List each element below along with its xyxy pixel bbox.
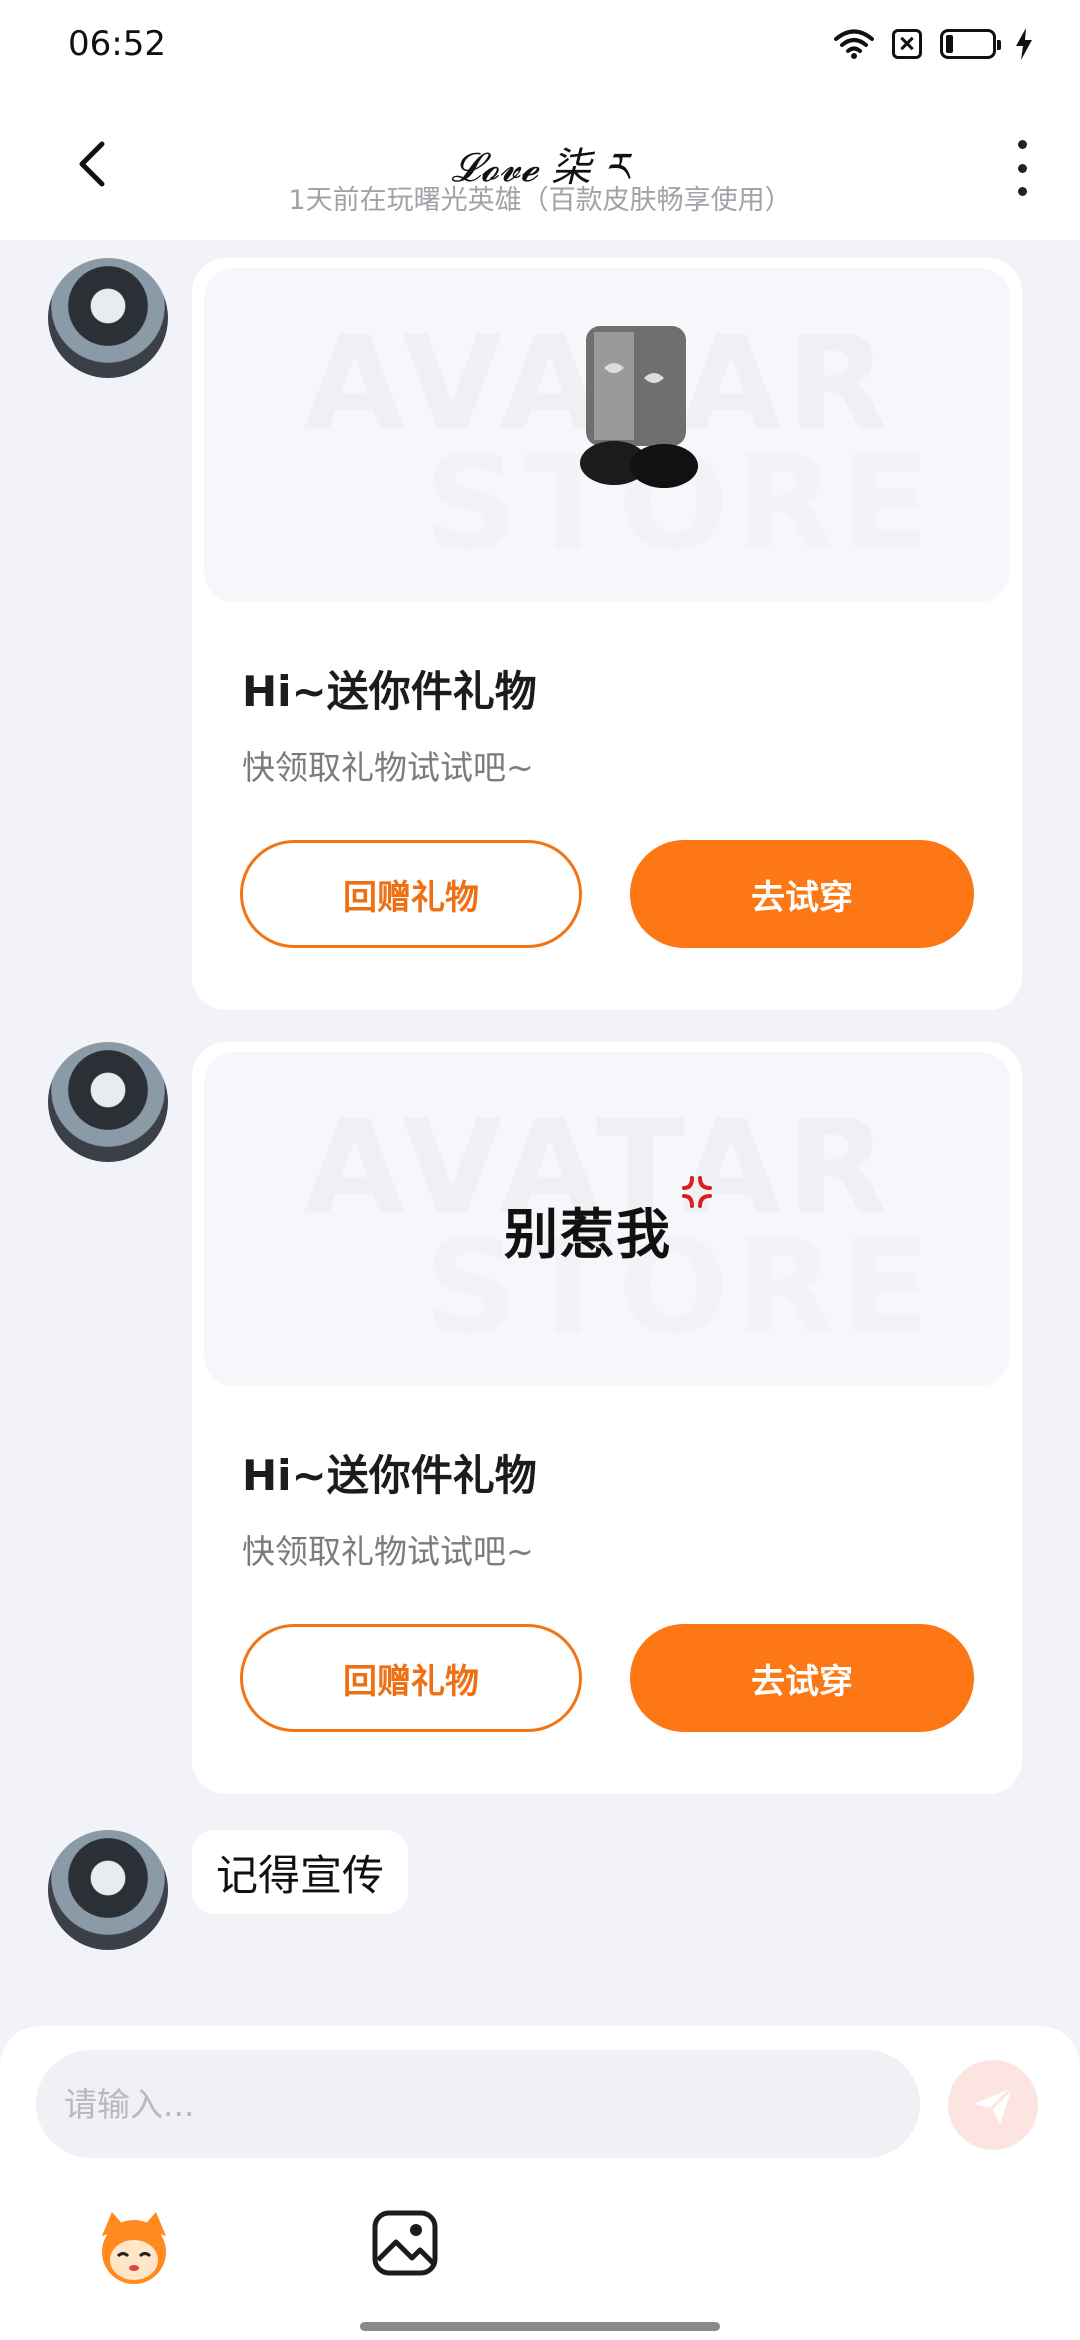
send-icon xyxy=(974,2086,1014,2124)
send-button[interactable] xyxy=(948,2060,1038,2150)
chat-header: 𝓛𝓸𝓿𝓮 柒 ར 1天前在玩曙光英雄（百款皮肤畅享使用） xyxy=(0,90,1080,240)
composer-area xyxy=(0,2026,1080,2340)
charging-icon xyxy=(1016,28,1032,60)
watermark-text: STORE xyxy=(424,1211,936,1363)
gift-title: Hi~送你件礼物 xyxy=(242,1451,537,1500)
try-on-button[interactable]: 去试穿 xyxy=(630,1624,974,1732)
gift-description: 快领取礼物试试吧~ xyxy=(242,1532,534,1571)
anger-symbol-icon xyxy=(682,1176,712,1208)
gift-item-image xyxy=(580,326,698,488)
battery-icon xyxy=(940,29,1001,59)
gift-image[interactable]: AVATAR STORE xyxy=(204,268,1010,602)
status-bar: 06:52 xyxy=(0,0,1080,90)
chat-subtitle: 1天前在玩曙光英雄（百款皮肤畅享使用） xyxy=(288,185,792,216)
gift-description: 快领取礼物试试吧~ xyxy=(242,748,534,787)
no-sim-icon xyxy=(892,29,922,59)
gift-item-text: 别惹我 xyxy=(504,1203,672,1266)
return-gift-button[interactable]: 回赠礼物 xyxy=(240,840,582,948)
wifi-icon xyxy=(834,29,874,59)
image-icon[interactable] xyxy=(370,2208,440,2278)
message-input[interactable] xyxy=(36,2050,920,2158)
avatar[interactable] xyxy=(48,1042,168,1162)
status-icons xyxy=(834,28,1034,60)
gift-image[interactable]: AVATAR STORE 别惹我 xyxy=(204,1052,1010,1386)
message-bubble[interactable]: 记得宣传 xyxy=(192,1830,409,1914)
gift-card: AVATAR STORE Hi~送你件礼物 快领取礼物试试吧~ 回赠礼物 去试穿 xyxy=(192,258,1022,1010)
home-indicator[interactable] xyxy=(360,2322,720,2331)
try-on-button[interactable]: 去试穿 xyxy=(630,840,974,948)
avatar[interactable] xyxy=(48,258,168,378)
gift-card: AVATAR STORE 别惹我 Hi~送你件礼物 快领取礼物试试吧~ 回赠礼物… xyxy=(192,1042,1022,1794)
return-gift-button[interactable]: 回赠礼物 xyxy=(240,1624,582,1732)
gift-title: Hi~送你件礼物 xyxy=(242,667,537,716)
mascot-emoji-icon[interactable] xyxy=(92,2206,176,2290)
avatar[interactable] xyxy=(48,1830,168,1950)
more-vertical-icon[interactable] xyxy=(1002,140,1042,196)
status-time: 06:52 xyxy=(68,24,166,64)
